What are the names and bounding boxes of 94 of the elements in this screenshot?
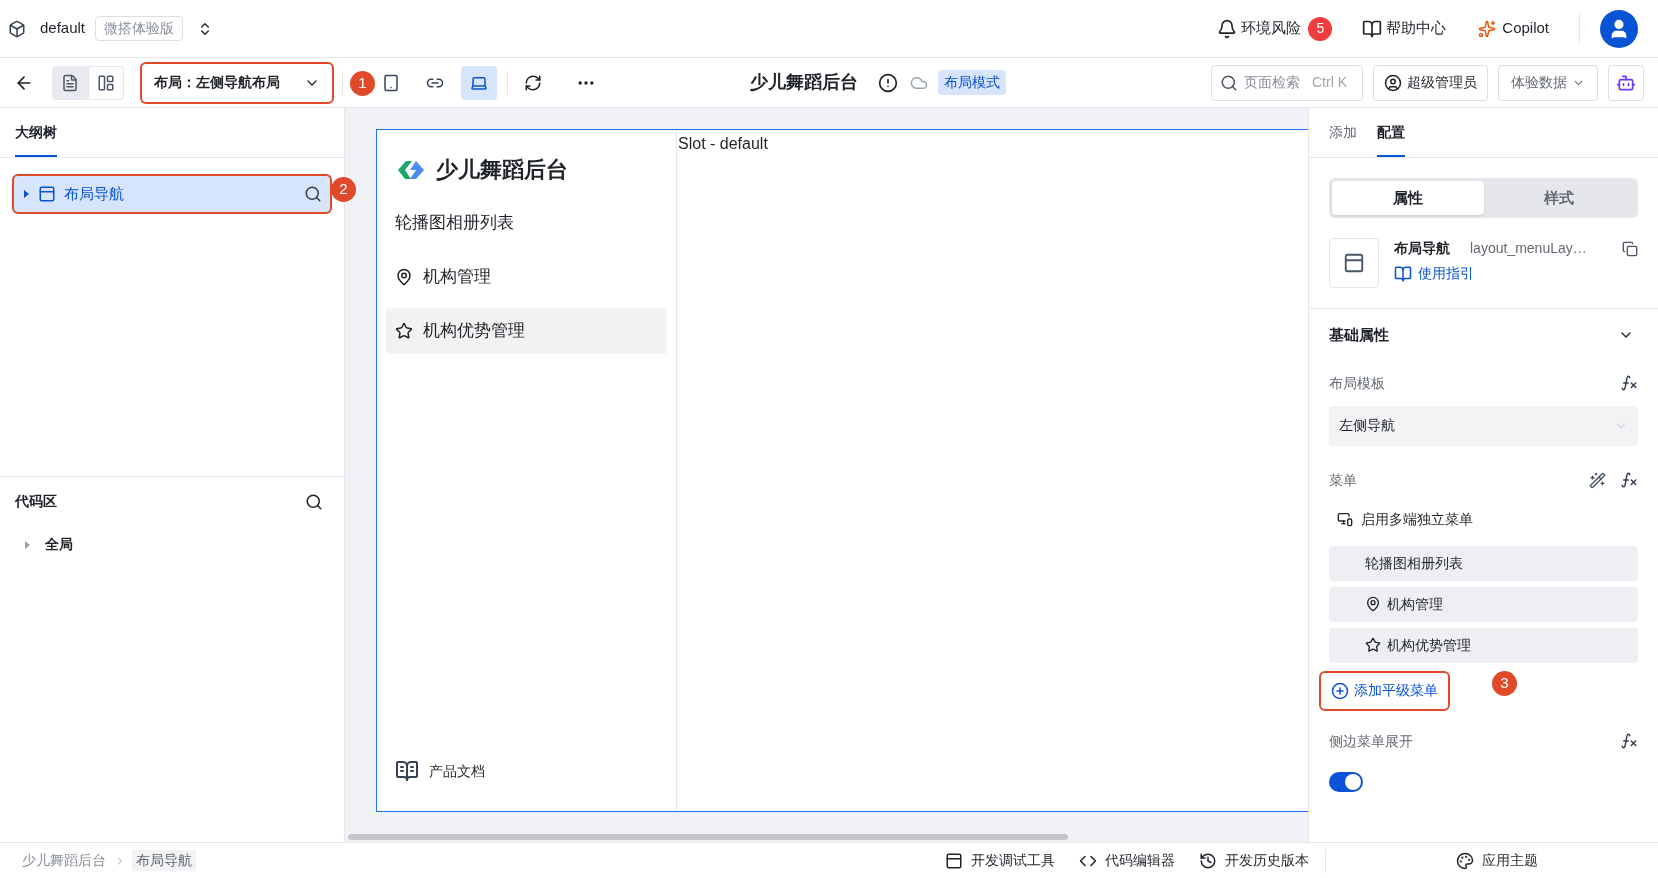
- component-id: layout_menuLay…: [1470, 239, 1587, 258]
- multi-end-menu-option[interactable]: 启用多端独立菜单: [1361, 508, 1473, 530]
- palette-icon: [1456, 851, 1474, 870]
- cube-icon: [8, 19, 26, 38]
- shortcut-hint: Ctrl K: [1312, 73, 1347, 92]
- nav-label: 机构优势管理: [423, 320, 525, 343]
- panel-tab[interactable]: 添加: [1329, 122, 1357, 157]
- layout-template-select[interactable]: 左侧导航: [1329, 405, 1638, 446]
- mode-badge: 布局模式: [938, 70, 1006, 95]
- search-icon[interactable]: [304, 185, 322, 203]
- menu-item-label: 机构优势管理: [1387, 635, 1471, 655]
- side-expand-switch[interactable]: [1329, 771, 1363, 792]
- view-toggle[interactable]: [88, 65, 124, 100]
- layout-select[interactable]: 布局：左侧导航布局: [140, 61, 334, 104]
- node-label: 布局导航: [64, 183, 124, 204]
- segment-tab[interactable]: 样式: [1483, 181, 1635, 215]
- nav-item[interactable]: 轮播图相册列表: [386, 200, 667, 246]
- field-label: 菜单: [1329, 470, 1357, 490]
- bell-icon: [1217, 18, 1238, 39]
- footer-tool-button[interactable]: 开发调试工具: [945, 850, 1055, 871]
- caret-icon[interactable]: [23, 540, 31, 549]
- book-icon: [1362, 18, 1383, 39]
- user-icon: [1384, 73, 1402, 92]
- alert-icon[interactable]: [878, 72, 898, 93]
- help-button[interactable]: 帮助中心: [1362, 17, 1447, 40]
- plus-circle-icon: [1331, 681, 1349, 700]
- guide-link[interactable]: 使用指引: [1394, 263, 1474, 284]
- location-icon: [395, 268, 413, 286]
- code-node[interactable]: 全局: [45, 534, 73, 555]
- menu-item-row[interactable]: 机构管理: [1329, 586, 1638, 622]
- avatar[interactable]: [1600, 9, 1638, 48]
- nav-label: 轮播图相册列表: [395, 212, 514, 235]
- panel-icon: [945, 851, 963, 870]
- search-icon: [1220, 73, 1238, 92]
- outline-node[interactable]: 布局导航: [12, 174, 332, 214]
- function-icon[interactable]: [1620, 732, 1638, 750]
- menu-item-row[interactable]: 轮播图相册列表: [1329, 545, 1638, 581]
- star-icon: [395, 322, 413, 340]
- layout-icon: [97, 73, 115, 92]
- book-icon: [1394, 264, 1412, 283]
- footer-tool-button[interactable]: 开发历史版本: [1199, 850, 1309, 871]
- data-select[interactable]: 体验数据: [1498, 64, 1598, 101]
- star-icon: [1365, 637, 1381, 653]
- component-thumbnail: [1329, 238, 1379, 288]
- brand-name: 少儿舞蹈后台: [436, 156, 568, 184]
- search-input[interactable]: 页面检索: [1244, 72, 1306, 93]
- nav-item[interactable]: 机构管理: [386, 254, 667, 300]
- function-icon[interactable]: [1620, 374, 1638, 392]
- slot-label: Slot - default: [678, 134, 768, 154]
- field-label: 布局模板: [1329, 373, 1385, 393]
- component-name: 布局导航: [1394, 239, 1450, 258]
- assistant-button[interactable]: [1608, 64, 1644, 101]
- magic-wand-icon[interactable]: [1589, 471, 1606, 489]
- devices-icon: [1337, 511, 1353, 527]
- history-icon: [1199, 851, 1217, 870]
- copy-icon[interactable]: [1622, 240, 1638, 257]
- caret-icon[interactable]: [22, 190, 30, 198]
- book-icon: [395, 759, 419, 783]
- menu-item-row[interactable]: 机构优势管理: [1329, 627, 1638, 663]
- outline-tab[interactable]: 大纲树: [15, 122, 57, 157]
- tablet-icon: [382, 73, 400, 92]
- env-risk-button[interactable]: 环境风险 5: [1217, 16, 1333, 41]
- device-button[interactable]: [461, 65, 497, 100]
- refresh-icon[interactable]: [524, 73, 542, 92]
- footer-tool-button[interactable]: 代码编辑器: [1079, 850, 1175, 871]
- field-label: 侧边菜单展开: [1329, 731, 1413, 751]
- nav-item[interactable]: 机构优势管理: [386, 308, 667, 354]
- sparkle-icon: [1478, 19, 1497, 38]
- document-icon: [61, 73, 79, 92]
- annotation-marker: 1: [350, 71, 375, 96]
- role-button[interactable]: 超级管理员: [1373, 64, 1488, 101]
- panel-tab[interactable]: 配置: [1377, 122, 1405, 157]
- nav-label: 机构管理: [423, 266, 491, 289]
- copilot-button[interactable]: Copilot: [1478, 17, 1549, 40]
- app-name: default: [40, 18, 86, 39]
- view-toggle[interactable]: [52, 65, 88, 100]
- menu-item-label: 轮播图相册列表: [1365, 553, 1463, 573]
- code-area-title: 代码区: [15, 492, 57, 511]
- annotation-marker: 3: [1492, 670, 1517, 696]
- breadcrumb-item[interactable]: 布局导航: [132, 850, 196, 871]
- footer-tool-button[interactable]: 应用主题: [1456, 850, 1538, 871]
- layout-icon: [38, 185, 56, 203]
- count-badge: 5: [1308, 16, 1333, 41]
- location-icon: [1365, 596, 1381, 612]
- search-icon[interactable]: [305, 492, 323, 511]
- page-title: 少儿舞蹈后台: [750, 71, 858, 94]
- function-icon[interactable]: [1620, 471, 1638, 489]
- segment-tab[interactable]: 属性: [1332, 181, 1484, 215]
- add-menu-button[interactable]: 添加平级菜单: [1319, 670, 1450, 711]
- menu-item-label: 机构管理: [1387, 594, 1443, 614]
- section-title: 基础属性: [1329, 325, 1389, 345]
- edition-tag: 微搭体验版: [95, 16, 184, 41]
- scrollbar[interactable]: [348, 834, 1068, 840]
- docs-link[interactable]: 产品文档: [429, 760, 485, 782]
